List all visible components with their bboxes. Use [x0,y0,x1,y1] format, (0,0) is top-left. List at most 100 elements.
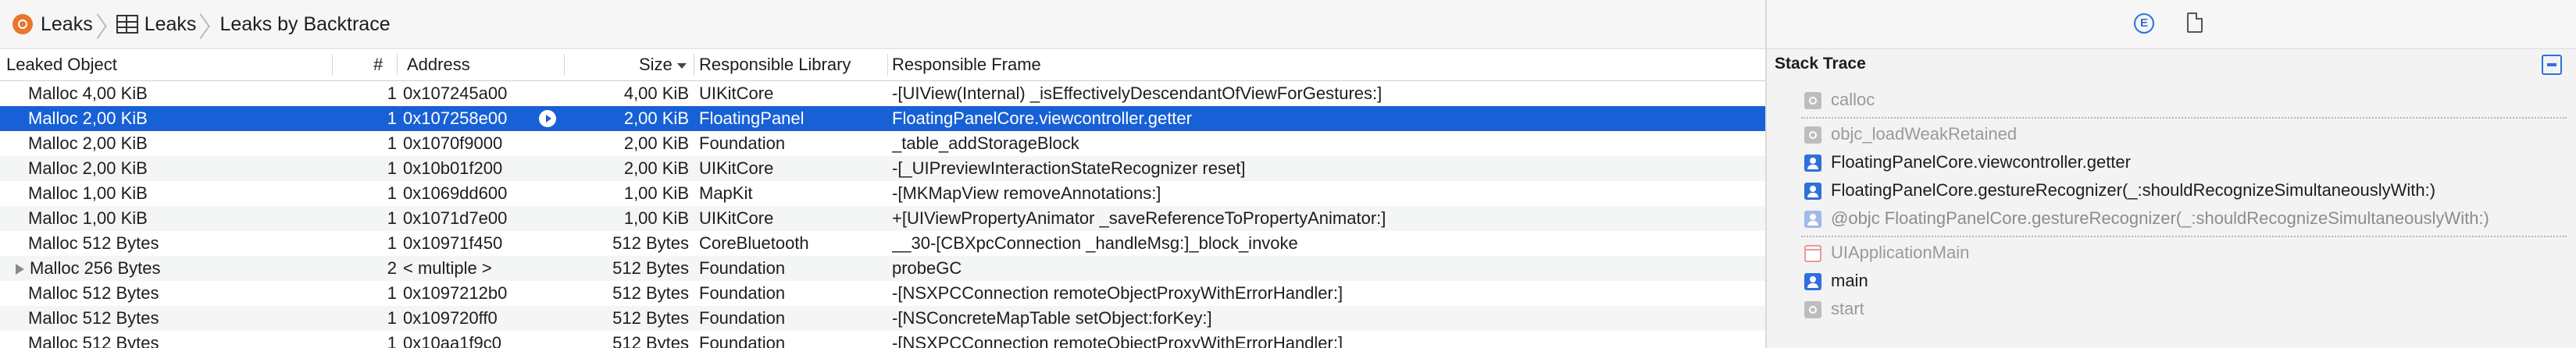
stack-frame[interactable]: objc_loadWeakRetained [1767,120,2576,148]
column-header-count[interactable]: # [373,49,383,80]
size-cell: 2,00 KiB [623,133,689,153]
table-row[interactable]: Malloc 512 Bytes 1 0x1097212b0 512 Bytes… [0,281,1765,306]
column-header-responsible-frame[interactable]: Responsible Frame [892,49,1041,80]
library-cell: UIKitCore [699,208,774,228]
frame-cell: probeGC [892,258,962,278]
stack-trace-title: Stack Trace [1775,55,1866,73]
column-divider[interactable] [887,54,888,76]
count-cell: 1 [387,158,397,178]
size-cell: 512 Bytes [612,283,689,303]
frame-group-separator [1801,236,2567,237]
table-row[interactable]: Malloc 1,00 KiB 1 0x1069dd600 1,00 KiB M… [0,181,1765,206]
count-cell: 1 [387,83,397,103]
breadcrumb-separator-icon [98,9,109,40]
stack-trace-list: calloc objc_loadWeakRetained FloatingPan… [1767,86,2576,323]
column-header-leaked-object[interactable]: Leaked Object [6,49,117,80]
stack-frame[interactable]: @objc FloatingPanelCore.gestureRecognize… [1767,204,2576,233]
user-code-icon [1804,273,1821,290]
frame-cell: -[NSXPCConnection remoteObjectProxyWithE… [892,333,1343,348]
table-row[interactable]: Malloc 1,00 KiB 1 0x1071d7e00 1,00 KiB U… [0,206,1765,231]
address-cell: 0x1071d7e00 [403,208,508,228]
extended-detail-icon[interactable]: E [2134,13,2154,34]
stack-frame-label: calloc [1831,90,1875,109]
breadcrumb-label: Leaks [41,12,93,35]
stack-frame-label: FloatingPanelCore.gestureRecognizer(_:sh… [1831,180,2436,200]
library-cell: FloatingPanel [699,108,805,128]
library-cell: MapKit [699,183,753,203]
stack-frame-label: main [1831,271,1868,290]
size-cell: 1,00 KiB [623,208,689,228]
table-row[interactable]: Malloc 2,00 KiB 1 0x1070f9000 2,00 KiB F… [0,131,1765,156]
address-cell: 0x10971f450 [403,233,503,253]
library-cell: CoreBluetooth [699,233,809,253]
table-row[interactable]: Malloc 2,00 KiB 1 0x10b01f200 2,00 KiB U… [0,156,1765,181]
frame-cell: -[UIView(Internal) _isEffectivelyDescend… [892,83,1383,103]
leaks-table-pane: Leaks Leaks Leaks by Backtrace Leaked Ob… [0,0,1765,348]
user-code-icon [1804,154,1821,172]
column-divider[interactable] [332,54,333,76]
disclosure-triangle-icon[interactable] [16,264,24,275]
system-library-icon [1804,92,1821,109]
breadcrumb-item-leaks-instrument[interactable]: Leaks [0,0,93,48]
breadcrumb: Leaks Leaks Leaks by Backtrace [0,0,1765,49]
count-cell: 1 [387,233,397,253]
address-cell: 0x107258e00 [403,108,508,128]
go-to-address-arrow-icon[interactable] [539,110,556,127]
column-divider[interactable] [564,54,565,76]
table-row[interactable]: Malloc 512 Bytes 1 0x10aa1f9c0 512 Bytes… [0,331,1765,348]
stack-frame-label: objc_loadWeakRetained [1831,124,2018,144]
address-cell: < multiple > [403,258,492,278]
breadcrumb-separator-icon [201,9,212,40]
table-row[interactable]: Malloc 512 Bytes 1 0x10971f450 512 Bytes… [0,231,1765,256]
document-icon[interactable] [2187,12,2203,33]
stack-frame-label: @objc FloatingPanelCore.gestureRecognize… [1831,208,2489,228]
table-row[interactable]: Malloc 4,00 KiB 1 0x107245a00 4,00 KiB U… [0,81,1765,106]
address-cell: 0x10aa1f9c0 [403,333,501,348]
stack-frame-label: start [1831,299,1864,318]
stack-frame[interactable]: start [1767,295,2576,323]
column-header-size-label: Size [639,55,673,74]
table-row[interactable]: Malloc 512 Bytes 1 0x109720ff0 512 Bytes… [0,306,1765,331]
stack-frame[interactable]: main [1767,267,2576,295]
breadcrumb-label: Leaks [144,12,197,35]
inspector-toolbar: E [1767,0,2576,49]
leaked-object-cell: Malloc 2,00 KiB [28,133,148,153]
breadcrumb-item-leaks-by-backtrace[interactable]: Leaks by Backtrace [219,0,390,48]
frame-cell: -[_UIPreviewInteractionStateRecognizer r… [892,158,1246,178]
frame-cell: _table_addStorageBlock [892,133,1079,153]
size-cell: 2,00 KiB [623,158,689,178]
leaked-object-cell: Malloc 2,00 KiB [28,158,148,178]
system-library-icon [1804,126,1821,144]
count-cell: 1 [387,183,397,203]
address-cell: 0x1070f9000 [403,133,503,153]
address-cell: 0x1097212b0 [403,283,508,303]
stack-frame[interactable]: FloatingPanelCore.gestureRecognizer(_:sh… [1767,176,2576,204]
address-cell: 0x10b01f200 [403,158,503,178]
column-divider[interactable] [397,54,398,76]
library-cell: UIKitCore [699,83,774,103]
stack-frame[interactable]: UIApplicationMain [1767,239,2576,267]
size-cell: 4,00 KiB [623,83,689,103]
breadcrumb-item-leaks-view[interactable]: Leaks [116,0,197,48]
leaked-object-cell: Malloc 512 Bytes [28,308,159,328]
column-header-size[interactable]: Size [639,49,687,80]
library-cell: Foundation [699,308,786,328]
stack-options-icon[interactable] [2542,55,2562,75]
breadcrumb-label: Leaks by Backtrace [219,12,391,35]
column-header-address[interactable]: Address [407,49,470,80]
stack-frame[interactable]: calloc [1767,86,2576,114]
library-cell: UIKitCore [699,158,774,178]
column-header-responsible-library[interactable]: Responsible Library [699,49,851,80]
leaked-object-cell: Malloc 512 Bytes [28,283,159,303]
frame-cell: -[NSXPCConnection remoteObjectProxyWithE… [892,283,1343,303]
size-cell: 1,00 KiB [623,183,689,203]
address-cell: 0x1069dd600 [403,183,508,203]
table-row-expandable[interactable]: Malloc 256 Bytes 2 < multiple > 512 Byte… [0,256,1765,281]
table-row-selected[interactable]: Malloc 2,00 KiB 1 0x107258e00 2,00 KiB F… [0,106,1765,131]
count-cell: 2 [387,258,397,278]
stack-frame[interactable]: FloatingPanelCore.viewcontroller.getter [1767,148,2576,176]
count-cell: 1 [387,333,397,348]
address-cell: 0x109720ff0 [403,308,498,328]
leaks-instrument-icon [12,14,33,34]
leaks-table-body: Malloc 4,00 KiB 1 0x107245a00 4,00 KiB U… [0,81,1765,348]
